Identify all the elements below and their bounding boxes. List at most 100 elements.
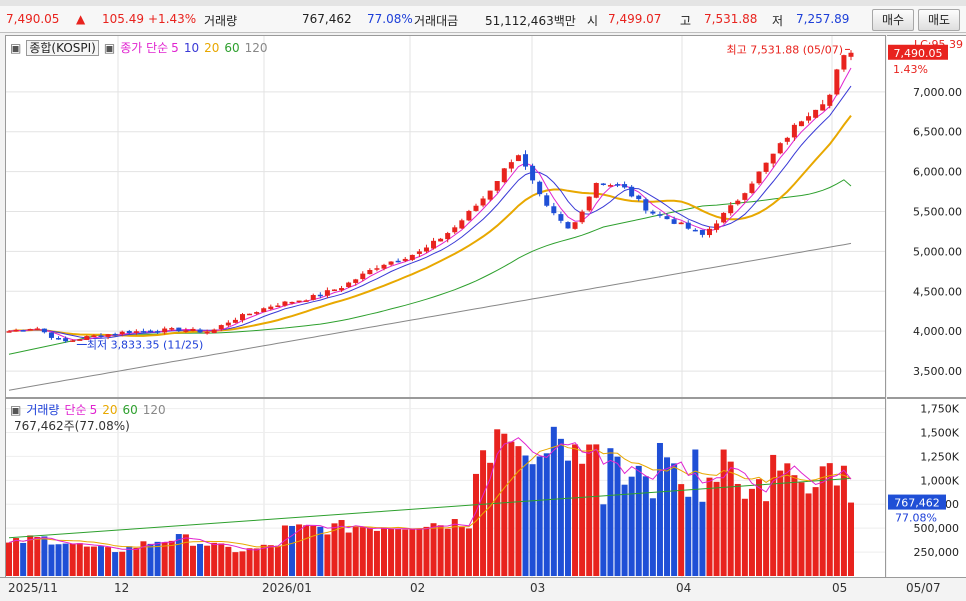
candle-body	[268, 306, 274, 310]
volume-bar	[352, 527, 359, 576]
candle-body	[353, 279, 359, 283]
candle-body	[643, 199, 649, 211]
candle-body	[296, 300, 302, 303]
candle-body	[791, 124, 797, 138]
volume-bar	[756, 479, 763, 576]
volume-bar	[451, 519, 458, 576]
volume-bar	[168, 540, 175, 576]
candle-body	[431, 240, 437, 249]
volume-bar	[20, 542, 27, 576]
candle-body	[756, 171, 762, 184]
price-panel[interactable]: 최고 7,531.88 (05/07) 최저 3,833.35 (11/25) ▣…	[5, 35, 886, 398]
candle-body	[515, 155, 521, 162]
price-ma10-line	[8, 85, 852, 340]
candle-body	[388, 261, 394, 265]
volume-bar	[515, 446, 522, 576]
candle-body	[423, 247, 429, 252]
amount-label: 거래대금	[414, 14, 459, 28]
candle-body	[827, 94, 833, 106]
volume-bar	[458, 527, 465, 576]
price-chart[interactable]: 최고 7,531.88 (05/07) 최저 3,833.35 (11/25)	[6, 36, 885, 397]
legend-box-icon: ▣	[103, 41, 116, 55]
volume-bar	[211, 542, 218, 576]
volume-bar	[692, 449, 699, 576]
candle-body	[473, 205, 479, 211]
volume-bar	[161, 542, 168, 576]
volume-pct-tag-text: 77.08%	[895, 512, 937, 525]
volume-bar	[635, 465, 642, 576]
volume-bar	[48, 544, 55, 576]
candle-body	[820, 104, 826, 111]
volume-bar	[366, 527, 373, 576]
price-tag-text: 7,490.05	[894, 47, 943, 60]
candle-body	[381, 264, 387, 269]
candle-body	[728, 205, 734, 214]
candle-body	[13, 329, 19, 332]
price-y-tick: 6,000.00	[913, 166, 962, 179]
volume-bar	[508, 441, 515, 576]
candle-body	[558, 214, 564, 221]
candle-body	[190, 328, 196, 332]
candle-body	[395, 260, 401, 263]
volume-bar	[69, 543, 76, 576]
legend-index-name[interactable]: 종합(KOSPI)	[26, 40, 99, 56]
volume-bar	[409, 529, 416, 576]
volume-bar	[373, 530, 380, 576]
volume-bar	[713, 481, 720, 576]
candle-body	[806, 116, 812, 121]
volume-bar	[147, 543, 154, 576]
candle-body	[324, 290, 330, 296]
volume-bar	[119, 551, 126, 576]
volume-bar	[727, 461, 734, 576]
candle-body	[169, 328, 175, 330]
price-change-pct: +1.43%	[148, 12, 197, 26]
volume-bar	[381, 527, 388, 576]
candle-body	[565, 222, 571, 229]
candle-body	[374, 268, 380, 270]
x-label-nov: 2025/11	[8, 581, 58, 595]
volume-bar	[720, 449, 727, 576]
candle-body	[98, 335, 104, 337]
volume-bar	[579, 463, 586, 576]
candle-body	[416, 251, 422, 254]
legend-close-label: 종가 단순	[120, 41, 169, 55]
candle-body	[544, 195, 550, 206]
candle-body	[275, 305, 281, 308]
volume-bar	[791, 475, 798, 576]
candle-body	[303, 300, 309, 302]
volume-bar	[189, 545, 196, 576]
volume-bar	[600, 504, 607, 576]
volume-bar	[246, 548, 253, 576]
volume-bar	[182, 534, 189, 576]
volume-bar	[593, 444, 600, 576]
candle-body	[155, 331, 161, 333]
volume-bar	[628, 476, 635, 576]
candle-body	[282, 301, 288, 306]
candle-body	[232, 319, 238, 323]
volume-legend-ma120: 120	[142, 403, 166, 417]
high-value: 7,531.88	[704, 12, 758, 26]
volume-bar	[55, 544, 62, 576]
candle-body	[140, 331, 146, 333]
volume-bar	[90, 546, 97, 576]
candle-body	[572, 222, 578, 229]
volume-chart[interactable]	[6, 399, 885, 577]
volume-value: 767,462	[302, 12, 352, 26]
candle-body	[459, 220, 465, 229]
volume-bar	[281, 525, 288, 576]
candle-body	[409, 254, 415, 260]
candle-body	[6, 331, 12, 333]
volume-bar	[6, 542, 12, 576]
buy-button[interactable]: 매수	[872, 9, 914, 31]
volume-bar	[798, 482, 805, 576]
volume-bar	[812, 487, 819, 576]
candle-body	[211, 329, 217, 333]
x-label-apr: 04	[676, 581, 692, 595]
min-price-annotation: 최저 3,833.35 (11/25)	[87, 338, 204, 351]
volume-panel[interactable]: ▣ 거래량 단순 5 20 60 120 767,462주(77.08%)	[5, 398, 886, 578]
sell-button[interactable]: 매도	[918, 9, 960, 31]
candle-body	[622, 184, 628, 188]
candle-body	[91, 335, 97, 337]
volume-bar	[197, 543, 204, 576]
legend-ma20: 20	[204, 41, 220, 55]
